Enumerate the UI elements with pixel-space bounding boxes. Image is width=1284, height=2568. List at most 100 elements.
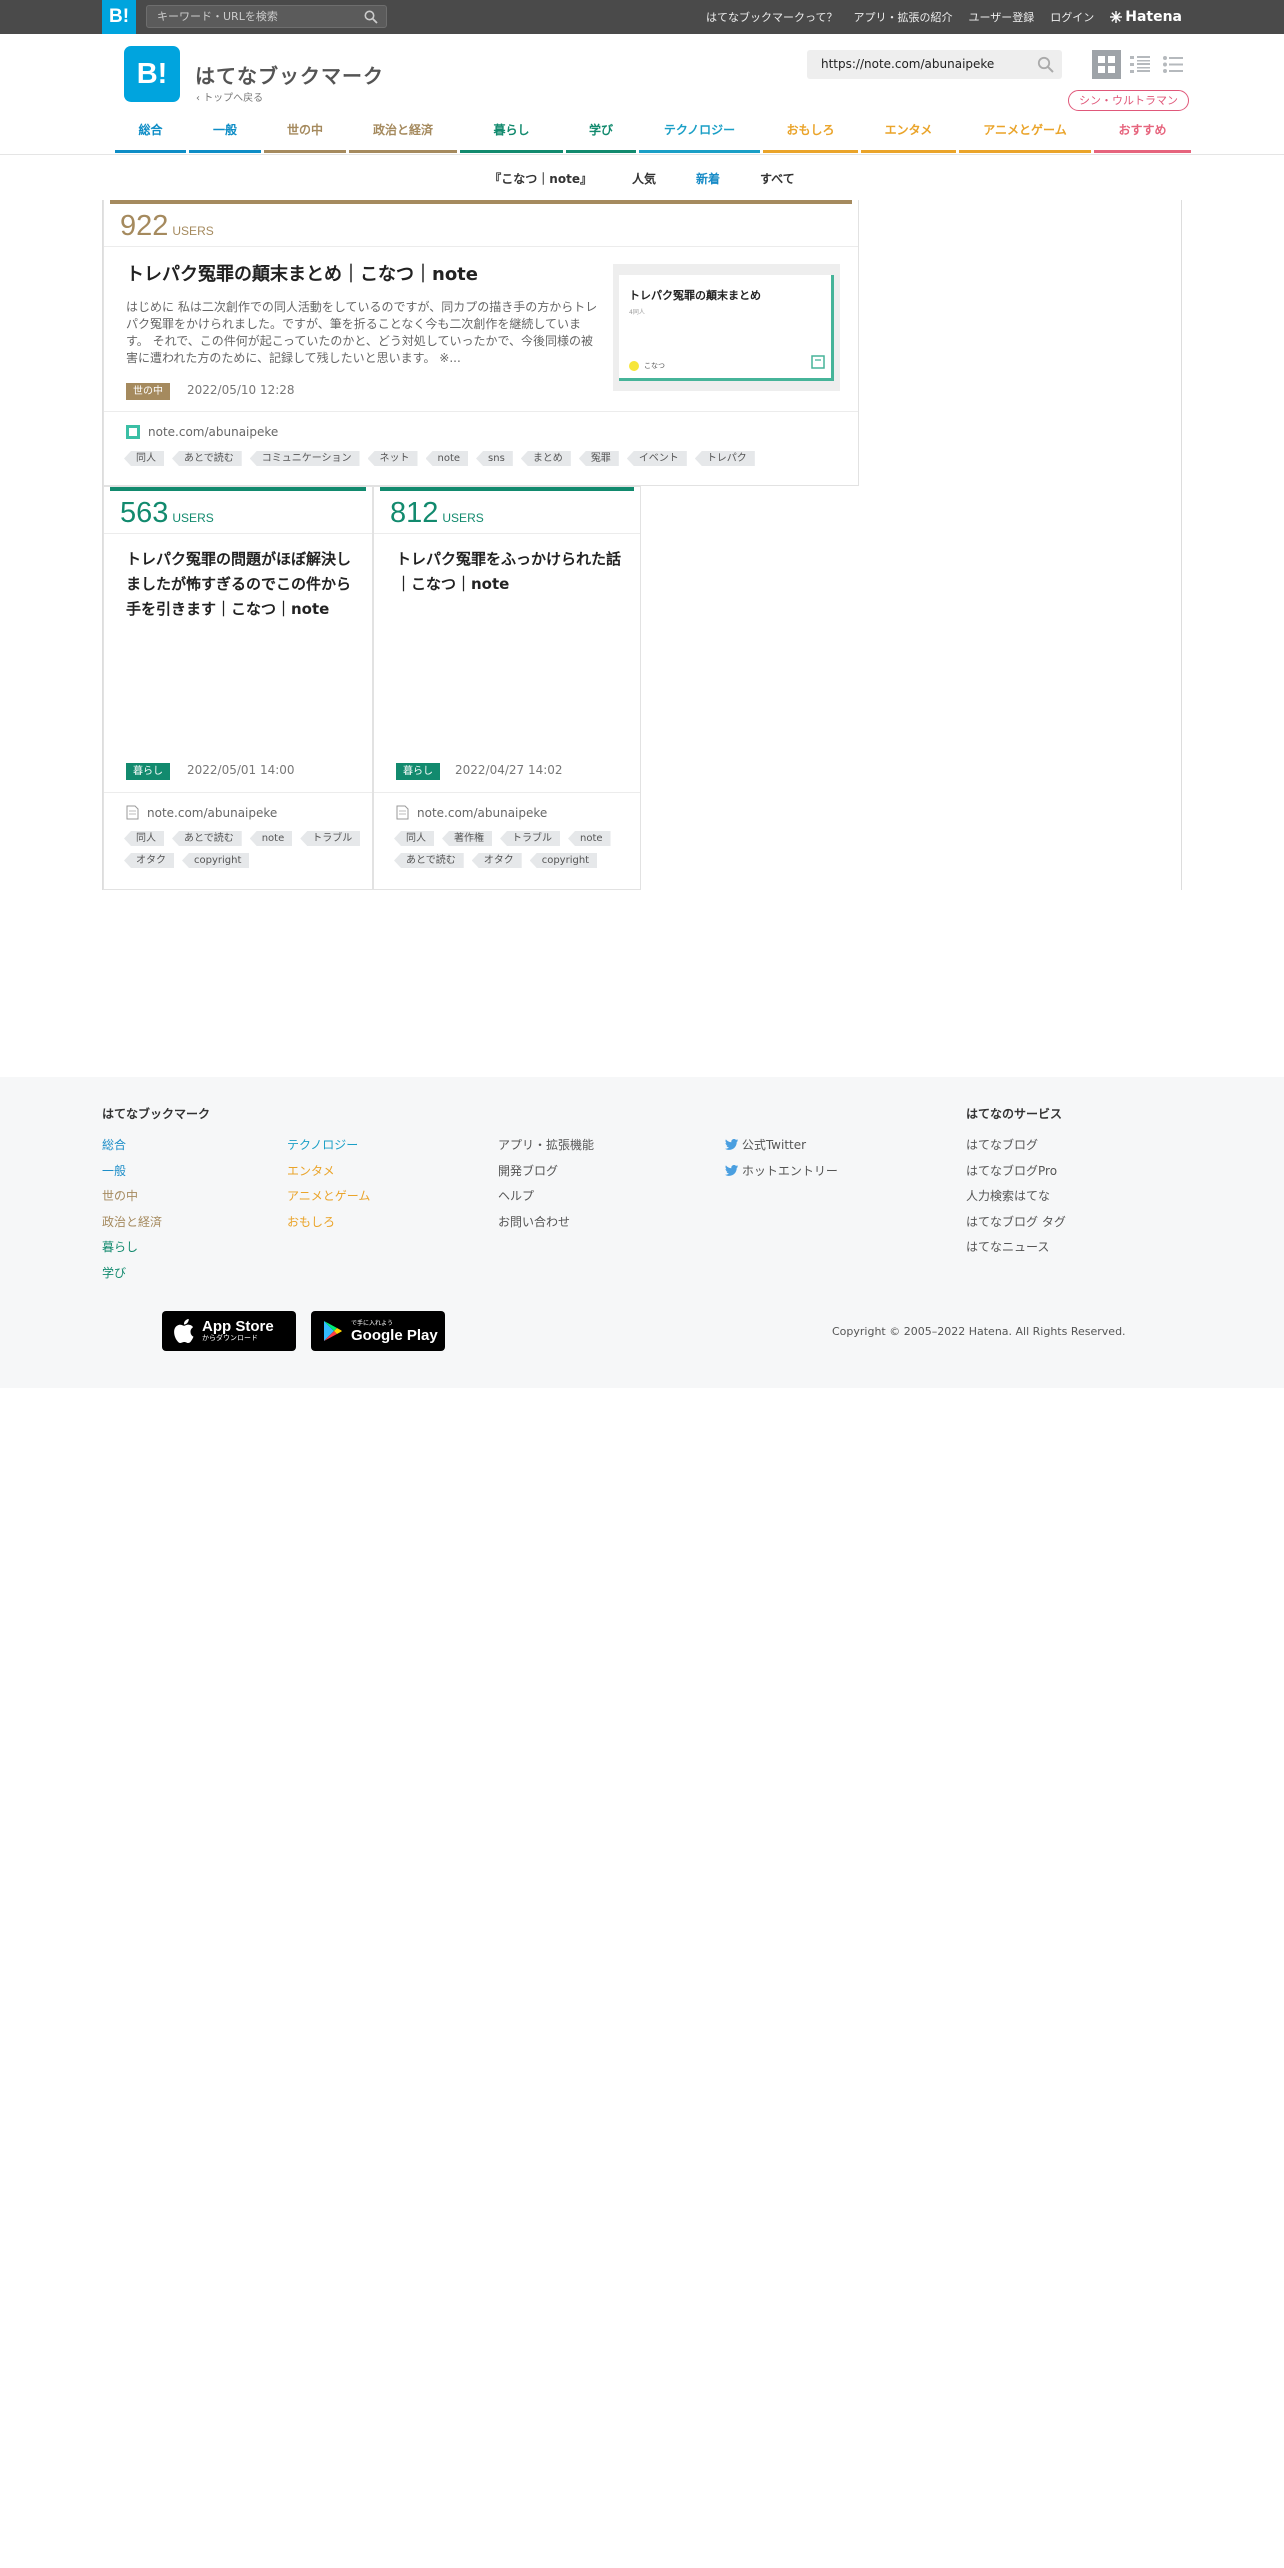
bookmark-count[interactable]: 922 USERS	[120, 210, 214, 243]
category-color-bar	[380, 487, 634, 491]
app-store-badge[interactable]: App Store からダウンロード	[162, 1311, 296, 1351]
back-to-top-link[interactable]: ‹ トップへ戻る	[196, 89, 263, 104]
category-tab[interactable]: おすすめ	[1094, 110, 1191, 153]
tab-popular[interactable]: 人気	[632, 170, 656, 187]
service-hatena-blog[interactable]: はてなブログ	[966, 1138, 1038, 1152]
footer-link-help[interactable]: ヘルプ	[498, 1189, 534, 1203]
tag[interactable]: copyright	[182, 853, 250, 868]
entry-title[interactable]: トレパク冤罪の顛末まとめ｜こなつ｜note	[126, 262, 596, 288]
tag[interactable]: イベント	[626, 451, 687, 466]
tag[interactable]: あとで読む	[172, 831, 242, 846]
category-badge[interactable]: 暮らし	[126, 763, 170, 780]
hatena-logo[interactable]: Hatena	[1110, 9, 1182, 25]
entry-card: 812 USERS トレパク冤罪をふっかけられた話｜こなつ｜note 暮らし 20…	[373, 486, 641, 890]
hatena-bookmark-logo[interactable]: B!	[124, 46, 180, 102]
category-tab[interactable]: テクノロジー	[639, 110, 760, 153]
service-hatena-blog-pro[interactable]: はてなブログPro	[966, 1164, 1057, 1178]
entry-thumbnail[interactable]: トレパク冤罪の顛末まとめ 4同人 こなつ	[613, 264, 840, 391]
category-badge[interactable]: 暮らし	[396, 763, 440, 780]
service-hatena-news[interactable]: はてなニュース	[966, 1240, 1049, 1254]
hatena-bookmark-mini-logo[interactable]: B!	[102, 0, 136, 34]
tag[interactable]: ネット	[367, 451, 418, 466]
tag[interactable]: まとめ	[520, 451, 571, 466]
category-tab[interactable]: 世の中	[264, 110, 346, 153]
tag[interactable]: トレパク	[694, 451, 755, 466]
tag-list: 同人 あとで読む コミュニケーション ネット note sns まとめ 冤罪 イ…	[124, 451, 844, 466]
tag[interactable]: sns	[476, 451, 513, 466]
tag[interactable]: 同人	[124, 451, 164, 466]
twitter-icon	[725, 1164, 738, 1176]
nav-register[interactable]: ユーザー登録	[968, 9, 1034, 25]
entry-title[interactable]: トレパク冤罪の問題がほぼ解決しましたが怖すぎるのでこの件から手を引きます｜こなつ…	[126, 547, 358, 622]
category-tab[interactable]: 政治と経済	[349, 110, 457, 153]
footer-category-link[interactable]: 世の中	[102, 1189, 138, 1203]
tag[interactable]: copyright	[529, 853, 598, 868]
service-blog-tag[interactable]: はてなブログ タグ	[966, 1215, 1066, 1229]
compact-view-icon[interactable]	[1158, 50, 1187, 79]
footer-category-link[interactable]: おもしろ	[287, 1215, 335, 1229]
tag[interactable]: あとで読む	[394, 853, 464, 868]
nav-apps[interactable]: アプリ・拡張の紹介	[853, 9, 952, 25]
search-icon[interactable]	[364, 10, 378, 24]
footer-category-link[interactable]: 総合	[102, 1138, 126, 1152]
footer-category-link[interactable]: 学び	[102, 1266, 126, 1280]
category-badge[interactable]: 世の中	[126, 383, 170, 400]
tag[interactable]: コミュニケーション	[249, 451, 360, 466]
category-color-bar	[110, 200, 852, 204]
footer-link-apps[interactable]: アプリ・拡張機能	[498, 1138, 594, 1152]
tag[interactable]: 同人	[124, 831, 164, 846]
tag[interactable]: トラブル	[300, 831, 361, 846]
google-play-badge[interactable]: で手に入れよう Google Play	[311, 1311, 445, 1351]
list-view-icon[interactable]	[1125, 50, 1154, 79]
search-icon[interactable]	[1037, 56, 1054, 73]
category-tab[interactable]: エンタメ	[861, 110, 956, 153]
tag[interactable]: オタク	[124, 853, 174, 868]
tag[interactable]: あとで読む	[172, 451, 242, 466]
footer-category-link[interactable]: アニメとゲーム	[287, 1189, 370, 1203]
category-tab[interactable]: 総合	[115, 110, 186, 153]
url-search-input[interactable]: https://note.com/abunaipeke	[807, 50, 1062, 79]
tag[interactable]: オタク	[471, 853, 522, 868]
footer-link-contact[interactable]: お問い合わせ	[498, 1215, 570, 1229]
footer-link-dev-blog[interactable]: 開発ブログ	[498, 1164, 558, 1178]
site-title[interactable]: はてなブックマーク	[195, 60, 384, 89]
grid-view-icon[interactable]	[1092, 50, 1121, 79]
tab-new[interactable]: 新着	[696, 170, 720, 187]
category-tab[interactable]: アニメとゲーム	[959, 110, 1091, 153]
tag[interactable]: 著作権	[442, 831, 492, 846]
footer-category-link[interactable]: テクノロジー	[287, 1138, 358, 1152]
page-icon	[396, 805, 409, 820]
entry-title[interactable]: トレパク冤罪をふっかけられた話｜こなつ｜note	[396, 547, 626, 597]
users-number: 922	[120, 210, 169, 242]
category-tab[interactable]: 暮らし	[460, 110, 563, 153]
nav-about[interactable]: はてなブックマークって？	[706, 9, 837, 25]
footer-category-link[interactable]: 暮らし	[102, 1240, 138, 1254]
apple-icon	[174, 1319, 194, 1343]
footer-link-twitter[interactable]: 公式Twitter	[725, 1138, 806, 1152]
app-store-text: App Store からダウンロード	[202, 1319, 274, 1343]
bookmark-count[interactable]: 812 USERS	[390, 497, 484, 530]
tag[interactable]: note	[568, 831, 611, 846]
page-icon	[126, 805, 139, 820]
footer-link-hotentry[interactable]: ホットエントリー	[725, 1164, 838, 1178]
footer-category-link[interactable]: 一般	[102, 1164, 126, 1178]
category-tab[interactable]: 一般	[189, 110, 261, 153]
service-jinriki[interactable]: 人力検索はてな	[966, 1189, 1050, 1203]
bookmark-count[interactable]: 563 USERS	[120, 497, 214, 530]
tag[interactable]: 冤罪	[578, 451, 619, 466]
nav-login[interactable]: ログイン	[1050, 9, 1094, 25]
category-tab[interactable]: 学び	[566, 110, 636, 153]
keyword-search-input[interactable]: キーワード・URLを検索	[146, 5, 387, 28]
category-tab[interactable]: おもしろ	[763, 110, 858, 153]
entry-source[interactable]: note.com/abunaipeke	[396, 805, 547, 820]
tag[interactable]: トラブル	[500, 831, 560, 846]
tag[interactable]: note	[249, 831, 293, 846]
tag[interactable]: note	[425, 451, 469, 466]
footer-category-link[interactable]: エンタメ	[287, 1164, 335, 1178]
entry-source[interactable]: note.com/abunaipeke	[126, 805, 277, 820]
tag[interactable]: 同人	[394, 831, 434, 846]
trending-keyword-pill[interactable]: シン・ウルトラマン	[1068, 90, 1189, 111]
footer-category-link[interactable]: 政治と経済	[102, 1215, 162, 1229]
entry-source[interactable]: note.com/abunaipeke	[126, 425, 278, 439]
tab-all[interactable]: すべて	[760, 170, 795, 187]
